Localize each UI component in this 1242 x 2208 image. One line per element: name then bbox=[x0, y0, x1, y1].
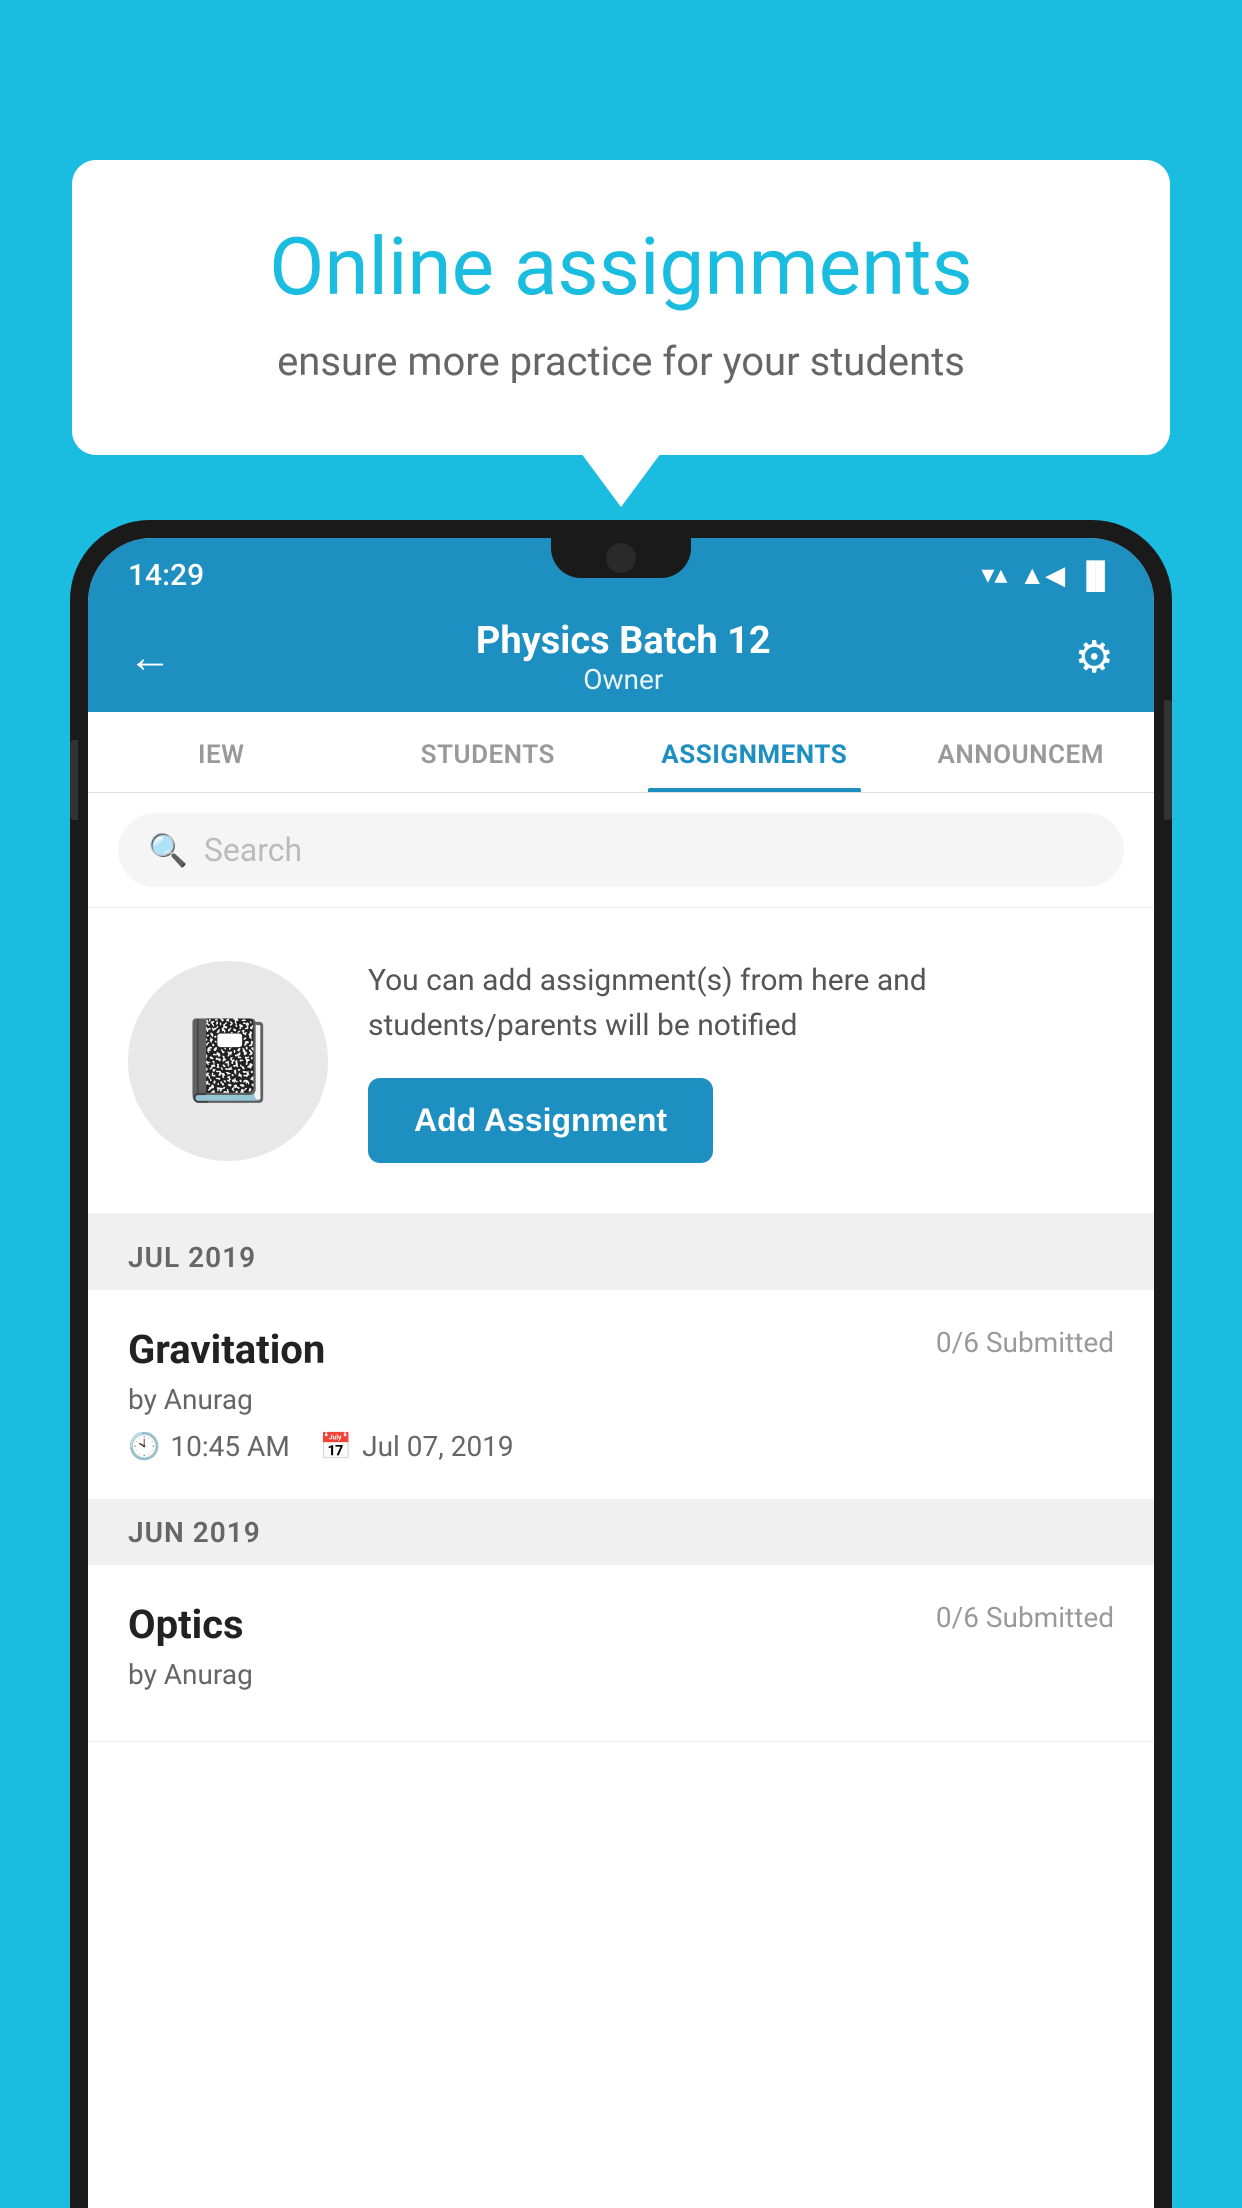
search-placeholder: Search bbox=[204, 831, 302, 869]
assignment-item-gravitation[interactable]: Gravitation 0/6 Submitted by Anurag 🕙 10… bbox=[88, 1290, 1154, 1500]
tab-students[interactable]: STUDENTS bbox=[355, 712, 622, 792]
phone-side-button-left bbox=[70, 740, 78, 820]
phone-device: 14:29 ▾▴ ▲◀ ▐▌ ← Physics Batch 12 Owner … bbox=[70, 520, 1172, 2208]
add-assignment-button[interactable]: Add Assignment bbox=[368, 1078, 713, 1163]
clock-icon: 🕙 bbox=[128, 1432, 160, 1462]
assignment-info-text: You can add assignment(s) from here and … bbox=[368, 958, 1114, 1048]
speech-bubble: Online assignments ensure more practice … bbox=[72, 160, 1170, 455]
speech-bubble-container: Online assignments ensure more practice … bbox=[72, 160, 1170, 455]
speech-bubble-title: Online assignments bbox=[152, 220, 1090, 314]
tab-iew[interactable]: IEW bbox=[88, 712, 355, 792]
section-header-jun2019-label: JUN 2019 bbox=[128, 1516, 261, 1549]
assignment-info: You can add assignment(s) from here and … bbox=[368, 958, 1114, 1163]
assignment-time-gravitation: 🕙 10:45 AM bbox=[128, 1430, 290, 1463]
phone-notch bbox=[551, 538, 691, 578]
phone-outer: 14:29 ▾▴ ▲◀ ▐▌ ← Physics Batch 12 Owner … bbox=[70, 520, 1172, 2208]
status-time: 14:29 bbox=[128, 558, 204, 593]
phone-screen: 14:29 ▾▴ ▲◀ ▐▌ ← Physics Batch 12 Owner … bbox=[88, 538, 1154, 2208]
status-icons: ▾▴ ▲◀ ▐▌ bbox=[981, 560, 1114, 591]
assignment-name-optics: Optics bbox=[128, 1601, 244, 1648]
add-assignment-card: 📓 You can add assignment(s) from here an… bbox=[88, 908, 1154, 1225]
assignment-item-top-optics: Optics 0/6 Submitted bbox=[128, 1601, 1114, 1648]
tab-announcements[interactable]: ANNOUNCEM bbox=[888, 712, 1155, 792]
assignment-name-gravitation: Gravitation bbox=[128, 1326, 325, 1373]
phone-side-button-right bbox=[1164, 700, 1172, 820]
back-button[interactable]: ← bbox=[128, 631, 172, 683]
section-header-jul2019-label: JUL 2019 bbox=[128, 1241, 256, 1274]
assignment-icon-circle: 📓 bbox=[128, 961, 328, 1161]
section-header-jun2019: JUN 2019 bbox=[88, 1500, 1154, 1565]
tab-assignments[interactable]: ASSIGNMENTS bbox=[621, 712, 888, 792]
notebook-icon: 📓 bbox=[178, 1014, 278, 1108]
section-header-jul2019: JUL 2019 bbox=[88, 1225, 1154, 1290]
speech-bubble-subtitle: ensure more practice for your students bbox=[152, 338, 1090, 385]
assignment-date-gravitation: 📅 Jul 07, 2019 bbox=[320, 1430, 514, 1463]
assignment-item-optics[interactable]: Optics 0/6 Submitted by Anurag bbox=[88, 1565, 1154, 1742]
assignment-date-value: Jul 07, 2019 bbox=[362, 1430, 514, 1463]
header-title: Physics Batch 12 bbox=[476, 619, 771, 663]
app-header: ← Physics Batch 12 Owner ⚙ bbox=[88, 602, 1154, 712]
assignment-by-optics: by Anurag bbox=[128, 1658, 1114, 1691]
search-container: 🔍 Search bbox=[88, 793, 1154, 908]
calendar-icon: 📅 bbox=[320, 1432, 352, 1462]
tabs-bar: IEW STUDENTS ASSIGNMENTS ANNOUNCEM bbox=[88, 712, 1154, 793]
battery-icon: ▐▌ bbox=[1077, 560, 1114, 591]
assignment-submitted-optics: 0/6 Submitted bbox=[936, 1601, 1114, 1634]
header-subtitle: Owner bbox=[476, 663, 771, 696]
assignment-by-gravitation: by Anurag bbox=[128, 1383, 1114, 1416]
wifi-icon: ▾▴ bbox=[981, 560, 1007, 590]
settings-icon[interactable]: ⚙ bbox=[1075, 631, 1114, 683]
assignment-item-top: Gravitation 0/6 Submitted bbox=[128, 1326, 1114, 1373]
phone-camera bbox=[606, 543, 636, 573]
assignment-time-value: 10:45 AM bbox=[170, 1430, 289, 1463]
assignment-submitted-gravitation: 0/6 Submitted bbox=[936, 1326, 1114, 1359]
signal-icon: ▲◀ bbox=[1019, 560, 1065, 591]
search-icon: 🔍 bbox=[148, 831, 188, 869]
assignment-meta-gravitation: 🕙 10:45 AM 📅 Jul 07, 2019 bbox=[128, 1430, 1114, 1463]
header-title-group: Physics Batch 12 Owner bbox=[476, 619, 771, 696]
search-bar[interactable]: 🔍 Search bbox=[118, 813, 1124, 887]
